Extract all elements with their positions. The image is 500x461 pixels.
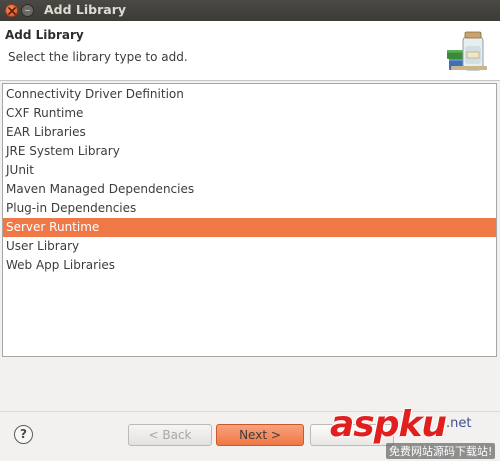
wizard-banner: Add Library Select the library type to a… — [0, 21, 500, 81]
library-jars-icon — [447, 31, 487, 71]
wizard-page-title: Add Library — [5, 28, 84, 42]
window-titlebar[interactable]: Add Library — [0, 0, 500, 21]
library-type-item[interactable]: Web App Libraries — [3, 256, 496, 275]
library-type-item[interactable]: EAR Libraries — [3, 123, 496, 142]
library-type-list[interactable]: Connectivity Driver Definition CXF Runtim… — [2, 83, 497, 357]
site-watermark: aspku .net 免费网站源码下载站! — [318, 402, 500, 461]
library-type-item[interactable]: Plug-in Dependencies — [3, 199, 496, 218]
watermark-tagline: 免费网站源码下载站! — [386, 443, 496, 459]
next-button[interactable]: Next > — [216, 424, 304, 446]
window-title: Add Library — [44, 2, 127, 17]
library-type-item[interactable]: Maven Managed Dependencies — [3, 180, 496, 199]
help-button[interactable]: ? — [14, 425, 33, 444]
back-button[interactable]: < Back — [128, 424, 212, 446]
library-type-item[interactable]: JUnit — [3, 161, 496, 180]
window-minimize-button[interactable] — [21, 4, 34, 17]
library-type-item[interactable]: User Library — [3, 237, 496, 256]
library-type-item[interactable]: Server Runtime — [3, 218, 496, 237]
library-type-item[interactable]: CXF Runtime — [3, 104, 496, 123]
library-type-item[interactable]: JRE System Library — [3, 142, 496, 161]
wizard-page-message: Select the library type to add. — [8, 50, 188, 64]
library-type-item[interactable]: Connectivity Driver Definition — [3, 85, 496, 104]
close-icon — [8, 7, 16, 15]
watermark-logo-text: aspku — [330, 404, 447, 445]
watermark-domain-suffix: .net — [446, 416, 472, 431]
window-close-button[interactable] — [5, 4, 18, 17]
